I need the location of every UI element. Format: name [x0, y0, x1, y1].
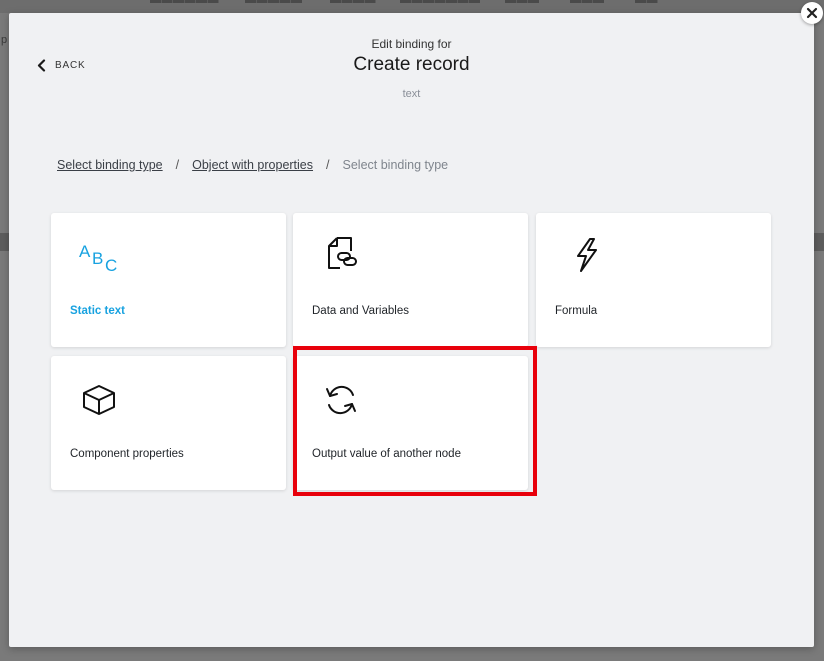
modal-context: text — [402, 88, 421, 100]
card-static-text[interactable]: A B C Static text — [51, 213, 286, 347]
card-formula[interactable]: Formula — [536, 213, 771, 347]
card-component-properties[interactable]: Component properties — [51, 356, 286, 490]
close-button[interactable] — [801, 2, 823, 24]
background-nav-item: ▬▬▬▬ — [330, 0, 376, 6]
svg-text:C: C — [105, 256, 117, 275]
breadcrumb-object-with-properties[interactable]: Object with properties — [192, 158, 313, 172]
breadcrumb: Select binding type / Object with proper… — [57, 158, 448, 172]
card-label: Output value of another node — [312, 448, 461, 460]
card-output-value-of-another-node[interactable]: Output value of another node — [293, 356, 528, 490]
modal-header: Edit binding for Create record text — [9, 37, 814, 100]
background-nav-item: ▬▬▬▬▬▬▬ — [400, 0, 481, 6]
breadcrumb-separator: / — [326, 158, 330, 172]
background-nav-item: ▬▬▬ — [570, 0, 605, 6]
cube-icon — [83, 385, 115, 415]
modal-subtitle: Edit binding for — [371, 37, 452, 51]
svg-text:B: B — [92, 249, 103, 268]
card-label: Component properties — [70, 448, 184, 460]
breadcrumb-separator: / — [175, 158, 180, 172]
close-icon — [806, 7, 818, 19]
background-nav-item: ▬▬▬▬▬▬ — [150, 0, 219, 6]
background-topbar: ▬▬▬▬▬▬ ▬▬▬▬▬ ▬▬▬▬ ▬▬▬▬▬▬▬ ▬▬▬ ▬▬▬ ▬▬ — [0, 0, 824, 13]
lightning-bolt-icon — [577, 238, 597, 272]
background-nav-item: ▬▬▬▬▬ — [245, 0, 303, 6]
card-data-and-variables[interactable]: Data and Variables — [293, 213, 528, 347]
abc-text-icon: A B C — [79, 242, 117, 275]
modal-title: Create record — [353, 54, 470, 75]
background-text: p — [1, 34, 8, 46]
edit-binding-modal: BACK Edit binding for Create record text… — [9, 13, 814, 647]
breadcrumb-current: Select binding type — [342, 158, 449, 172]
card-label: Formula — [555, 305, 598, 317]
background-nav-item: ▬▬ — [635, 0, 658, 6]
refresh-cycle-icon — [326, 385, 356, 415]
card-label: Static text — [70, 305, 125, 317]
breadcrumb-select-binding-type[interactable]: Select binding type — [57, 158, 163, 172]
card-label: Data and Variables — [312, 305, 409, 317]
svg-text:A: A — [79, 242, 91, 261]
linked-document-icon — [328, 237, 357, 269]
background-nav-item: ▬▬▬ — [505, 0, 540, 6]
